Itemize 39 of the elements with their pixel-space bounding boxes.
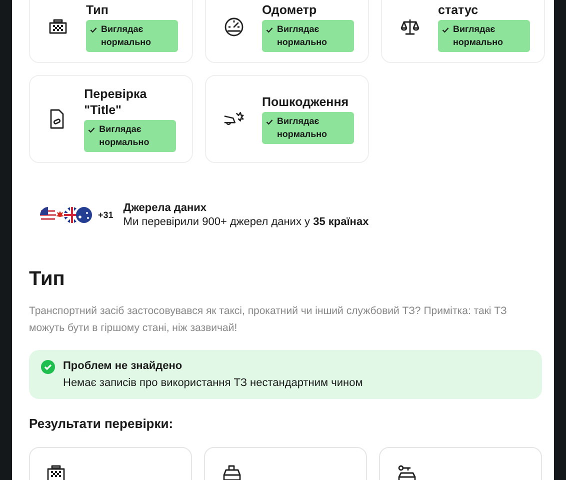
check-card[interactable]: Одометр Виглядає нормально [205, 0, 369, 63]
check-icon [442, 27, 449, 33]
check-card[interactable]: статус Виглядає нормально [381, 0, 545, 63]
section-heading: Тип [29, 267, 66, 291]
taxi-icon [46, 464, 66, 480]
results-heading: Результати перевірки: [29, 416, 174, 431]
card-title: Одометр [262, 2, 318, 18]
car-with-key-icon [396, 464, 418, 480]
status-badge: Виглядає нормально [262, 112, 354, 144]
status-badge: Виглядає нормально [262, 20, 354, 52]
status-badge: Виглядає нормально [438, 20, 530, 52]
check-icon [266, 27, 273, 33]
card-title: статус [438, 2, 480, 18]
check-card[interactable]: Тип Виглядає нормально [29, 0, 193, 63]
card-title: Тип [86, 2, 110, 18]
status-badge: Виглядає нормально [86, 20, 178, 52]
car-with-luggage-icon [221, 464, 243, 480]
status-badge: Виглядає нормально [84, 120, 176, 152]
scales-icon [400, 18, 420, 36]
sources-text: Ми перевірили 900+ джерел даних у 35 країнах [123, 215, 369, 229]
more-count: +31 [98, 210, 114, 220]
maple-leaf-icon [56, 211, 64, 219]
sources-title: Джерела даних [123, 201, 208, 215]
card-title: Пошкодження [262, 94, 350, 110]
alert-text: Немає записів про використання ТЗ нестандартним чином [63, 376, 363, 391]
alert-title: Проблем не знайдено [63, 359, 184, 374]
check-card[interactable]: Перевірка "Title" Виглядає нормально [29, 75, 193, 163]
australia-flag-icon [76, 207, 92, 223]
gauge-icon [224, 17, 244, 37]
document-icon [49, 109, 66, 129]
section-description: Транспортний засіб застосовувався як таксі, прокатний чи інший службовий ТЗ? Примітка: такі ТЗ можуть бути в гіршому стані, ніж зазвичай! [29, 304, 508, 336]
taxi-icon [48, 18, 68, 36]
us-flag-icon [40, 207, 56, 223]
check-icon [88, 127, 96, 133]
check-card[interactable]: Пошкодження Виглядає нормально [205, 75, 369, 163]
check-icon [90, 27, 97, 33]
check-icon [266, 119, 273, 125]
crashed-car-icon [224, 110, 244, 128]
card-title: Перевірка "Title" [84, 86, 148, 118]
